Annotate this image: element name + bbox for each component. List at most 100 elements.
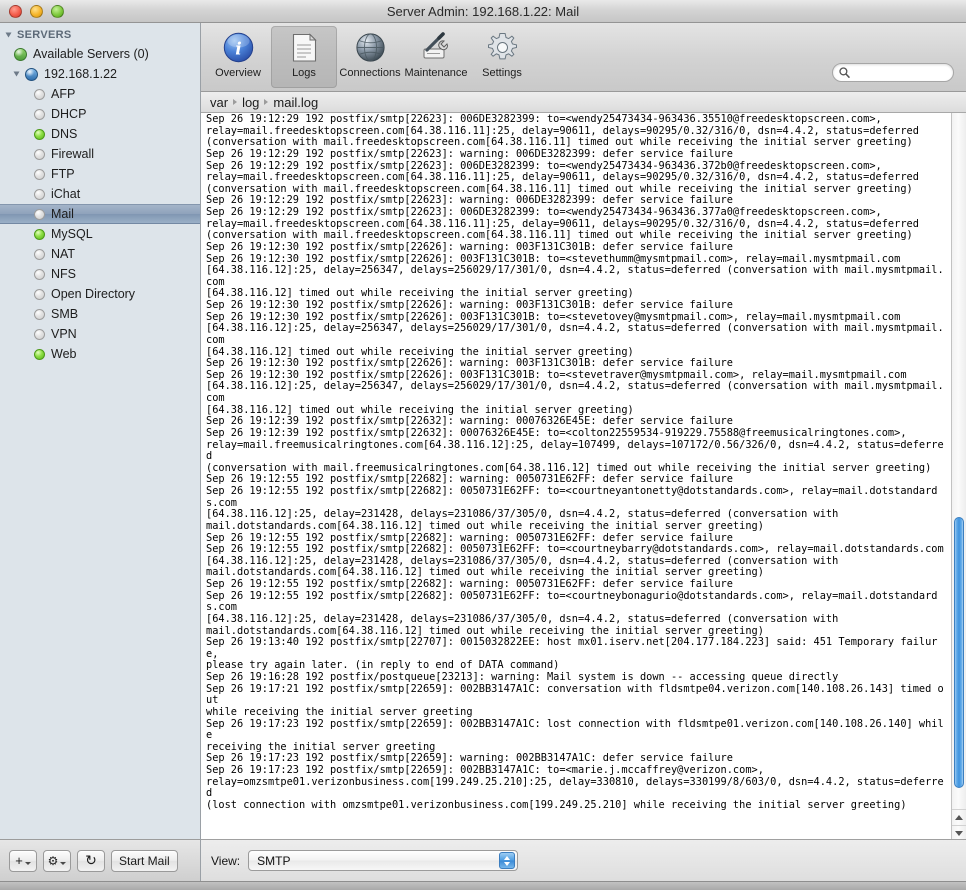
sidebar-item-label: NFS	[51, 267, 76, 281]
toolbar-item-label: Connections	[339, 67, 401, 79]
minimize-button[interactable]	[30, 4, 43, 18]
close-button[interactable]	[9, 4, 22, 18]
view-select[interactable]: SMTP	[248, 850, 519, 871]
status-dot-stopped-icon	[34, 208, 45, 220]
search-input[interactable]	[854, 65, 950, 80]
add-button-label: +	[15, 853, 23, 868]
toolbar-item-connections[interactable]: Connections	[337, 26, 403, 88]
sidebar-item-available-servers[interactable]: Available Servers (0)	[0, 44, 200, 64]
sidebar-item-afp[interactable]: AFP	[0, 84, 200, 104]
sidebar-item-dns[interactable]: DNS	[0, 124, 200, 144]
servers-sidebar: SERVERS Available Servers (0) 192.168.1.…	[0, 23, 201, 881]
toolbar-item-label: Overview	[215, 67, 261, 79]
action-menu-button[interactable]: ⚙	[43, 849, 71, 872]
server-globe-icon	[25, 67, 38, 81]
breadcrumb: var log mail.log	[201, 92, 966, 113]
status-dot-stopped-icon	[34, 308, 45, 320]
scroll-up-button[interactable]	[952, 809, 966, 825]
sidebar-item-label: Available Servers (0)	[33, 47, 149, 61]
arrow-up-icon	[955, 815, 963, 820]
status-dot-stopped-icon	[34, 288, 45, 300]
sidebar-item-vpn[interactable]: VPN	[0, 324, 200, 344]
sidebar-item-label: VPN	[51, 327, 77, 341]
disclosure-triangle-icon[interactable]	[13, 71, 20, 77]
start-service-button[interactable]: Start Mail	[111, 849, 178, 872]
scroll-down-button[interactable]	[952, 825, 966, 841]
sidebar-item-host[interactable]: 192.168.1.22	[0, 64, 200, 84]
arrow-down-icon	[955, 831, 963, 836]
disclosure-triangle-icon[interactable]	[5, 32, 12, 38]
sidebar-item-smb[interactable]: SMB	[0, 304, 200, 324]
sidebar-item-firewall[interactable]: Firewall	[0, 144, 200, 164]
sidebar-item-nfs[interactable]: NFS	[0, 264, 200, 284]
globe-icon	[14, 47, 27, 61]
sidebar-item-label: FTP	[51, 167, 75, 181]
sidebar-item-nat[interactable]: NAT	[0, 244, 200, 264]
chevron-down-icon	[60, 861, 67, 865]
view-select-value: SMTP	[257, 853, 291, 868]
globe-icon	[355, 31, 386, 64]
breadcrumb-part-file[interactable]: mail.log	[273, 95, 318, 110]
status-dot-stopped-icon	[34, 248, 45, 260]
sidebar-item-label: MySQL	[51, 227, 93, 241]
sidebar-item-label: DHCP	[51, 107, 87, 121]
sidebar-group-servers[interactable]: SERVERS	[0, 26, 200, 44]
sidebar-group-label: SERVERS	[17, 29, 72, 41]
status-dot-running-icon	[34, 348, 45, 360]
sidebar-item-open-directory[interactable]: Open Directory	[0, 284, 200, 304]
tools-icon	[421, 31, 452, 64]
sidebar-item-label: DNS	[51, 127, 78, 141]
scrollbar-arrows	[952, 809, 966, 839]
log-text[interactable]: Sep 26 19:12:29 192 postfix/smtp[22623]:…	[201, 113, 951, 839]
sidebar-item-ichat[interactable]: iChat	[0, 184, 200, 204]
status-dot-stopped-icon	[34, 188, 45, 200]
toolbar-item-label: Logs	[292, 67, 316, 79]
breadcrumb-part-log[interactable]: log	[242, 95, 259, 110]
toolbar-item-overview[interactable]: i Overview	[205, 26, 271, 88]
window-titlebar: Server Admin: 192.168.1.22: Mail	[0, 0, 966, 23]
sidebar-item-dhcp[interactable]: DHCP	[0, 104, 200, 124]
view-bar: View: SMTP	[201, 839, 966, 881]
zoom-button[interactable]	[51, 4, 64, 18]
stepper-arrows-icon[interactable]	[499, 852, 516, 869]
sidebar-item-web[interactable]: Web	[0, 344, 200, 364]
gear-icon	[487, 31, 518, 64]
chevron-down-icon	[24, 861, 31, 865]
refresh-icon: ↻	[85, 852, 97, 868]
sidebar-item-mysql[interactable]: MySQL	[0, 224, 200, 244]
breadcrumb-part-var[interactable]: var	[210, 95, 228, 110]
search-icon	[839, 67, 850, 78]
sidebar-item-label: iChat	[51, 187, 81, 201]
toolbar-item-settings[interactable]: Settings	[469, 26, 535, 88]
sidebar-item-label: Open Directory	[51, 287, 136, 301]
toolbar-item-label: Maintenance	[404, 67, 468, 79]
log-scrollbar[interactable]	[951, 113, 966, 839]
sidebar-item-label: Web	[51, 347, 77, 361]
sidebar-item-label: NAT	[51, 247, 76, 261]
status-dot-stopped-icon	[34, 268, 45, 280]
status-dot-stopped-icon	[34, 108, 45, 120]
sidebar-item-label: 192.168.1.22	[44, 67, 117, 81]
add-server-button[interactable]: +	[9, 849, 37, 872]
sidebar-item-label: AFP	[51, 87, 76, 101]
main-pane: i Overview Logs Connections Maintenance …	[201, 23, 966, 881]
window-controls	[9, 4, 64, 18]
status-dot-running-icon	[34, 128, 45, 140]
sidebar-item-ftp[interactable]: FTP	[0, 164, 200, 184]
search-field[interactable]	[832, 63, 954, 82]
status-dot-stopped-icon	[34, 328, 45, 340]
action-button-label: ⚙	[47, 853, 59, 868]
scrollbar-thumb[interactable]	[954, 516, 964, 789]
toolbar-item-maintenance[interactable]: Maintenance	[403, 26, 469, 88]
service-list: AFP DHCP DNS Firewall FTP iChat Mail MySQL NAT NF…	[0, 84, 200, 364]
svg-text:i: i	[235, 40, 241, 60]
chevron-right-icon	[233, 99, 238, 105]
arrow-down-icon	[504, 861, 511, 866]
refresh-button[interactable]: ↻	[77, 849, 105, 872]
sidebar-item-label: SMB	[51, 307, 79, 321]
sidebar-item-mail[interactable]: Mail	[0, 204, 200, 224]
toolbar-item-logs[interactable]: Logs	[271, 26, 337, 88]
scrollbar-track[interactable]	[952, 113, 966, 809]
arrow-up-icon	[504, 855, 511, 860]
start-service-label: Start Mail	[119, 853, 170, 868]
